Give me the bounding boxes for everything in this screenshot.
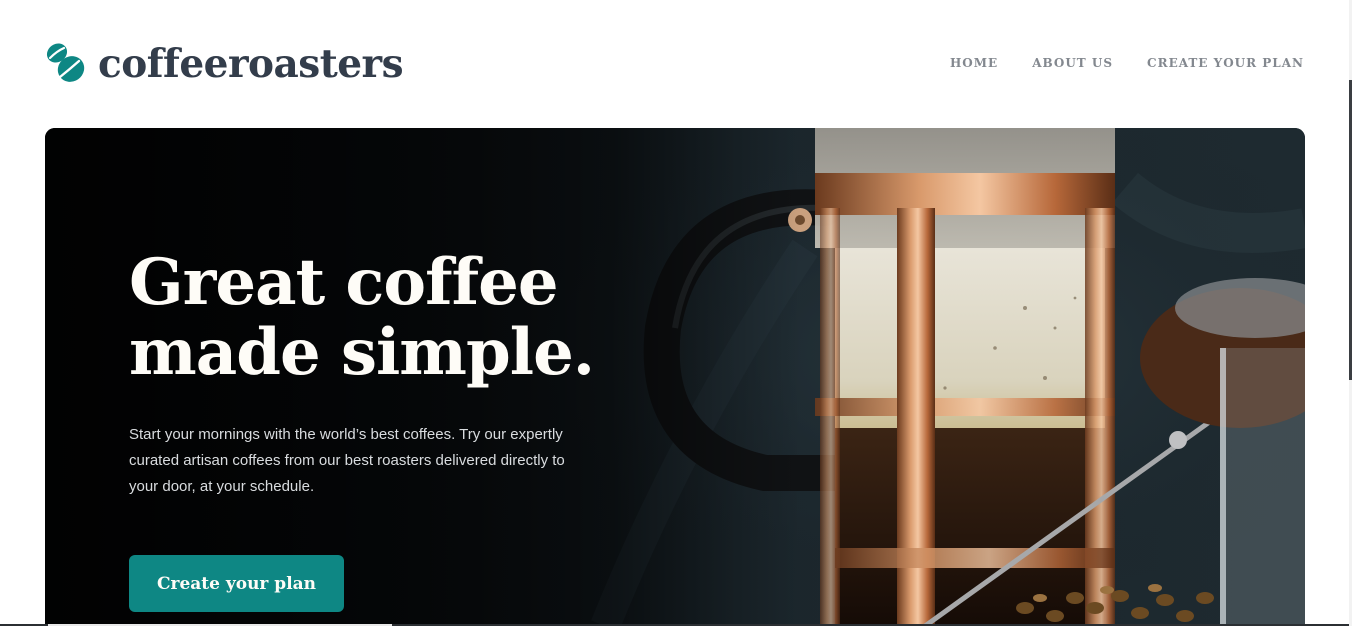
create-plan-button[interactable]: Create your plan: [129, 555, 344, 612]
logo[interactable]: coffeeroasters: [46, 40, 404, 87]
coffee-beans-icon: [46, 43, 85, 82]
hero-title: Great coffee made simple.: [129, 248, 689, 388]
hero-title-line-1: Great coffee: [129, 245, 559, 320]
site-header: coffeeroasters HOME ABOUT US CREATE YOUR…: [0, 0, 1352, 128]
nav-home-link[interactable]: HOME: [950, 56, 998, 70]
nav-create-plan-link[interactable]: CREATE YOUR PLAN: [1147, 56, 1304, 70]
brand-name: coffeeroasters: [98, 40, 404, 87]
main-nav: HOME ABOUT US CREATE YOUR PLAN: [950, 56, 1304, 70]
hero-title-line-2: made simple.: [129, 315, 595, 390]
hero-description: Start your mornings with the world’s bes…: [129, 426, 565, 495]
hero-section: Great coffee made simple. Start your mor…: [45, 128, 1305, 626]
nav-about-link[interactable]: ABOUT US: [1032, 56, 1113, 70]
